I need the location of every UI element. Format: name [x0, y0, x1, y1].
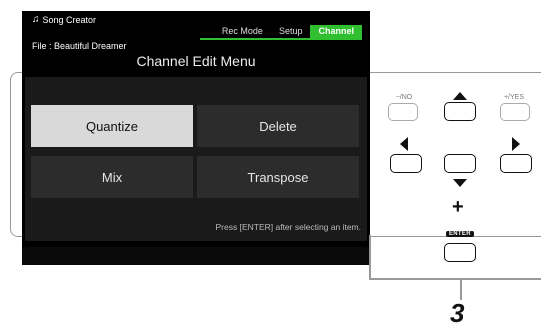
step-connector — [460, 278, 462, 300]
quantize-button[interactable]: Quantize — [31, 105, 193, 147]
app-title-text: Song Creator — [42, 15, 97, 25]
no-label: −/NO — [395, 94, 413, 101]
yes-button[interactable] — [500, 103, 530, 121]
title-bar: ♫ Song Creator Rec Mode Setup Channel — [22, 11, 370, 39]
menu-panel: Quantize Delete Mix Transpose Press [ENT… — [25, 77, 367, 241]
page-title: Channel Edit Menu — [136, 53, 256, 69]
step-number: 3 — [450, 298, 465, 328]
tab-channel[interactable]: Channel — [310, 25, 362, 38]
enter-button[interactable] — [444, 243, 476, 262]
plus-icon: + — [452, 196, 464, 218]
lcd-screen: ♫ Song Creator Rec Mode Setup Channel Fi… — [22, 11, 370, 265]
tab-rec-mode[interactable]: Rec Mode — [214, 25, 271, 38]
right-arrow-icon — [512, 137, 520, 151]
down-arrow-icon — [453, 179, 467, 187]
mix-button[interactable]: Mix — [31, 156, 193, 198]
delete-button[interactable]: Delete — [197, 105, 359, 147]
up-arrow-icon — [453, 92, 467, 100]
hint-text: Press [ENTER] after selecting an item. — [215, 222, 362, 232]
music-notes-icon: ♫ — [32, 14, 40, 25]
callout-connector — [369, 235, 371, 279]
left-button[interactable] — [390, 154, 422, 173]
status-strip — [22, 247, 370, 265]
transpose-button[interactable]: Transpose — [197, 156, 359, 198]
app-title: ♫ Song Creator — [32, 14, 97, 26]
up-button[interactable] — [444, 102, 476, 121]
no-button[interactable] — [388, 103, 418, 121]
yes-label: +/YES — [503, 94, 525, 101]
left-arrow-icon — [400, 137, 408, 151]
tab-setup[interactable]: Setup — [271, 25, 311, 38]
callout-connector-horizontal — [369, 278, 541, 280]
enter-label: ENTER — [446, 231, 474, 237]
tab-bar: Rec Mode Setup Channel — [214, 25, 362, 38]
file-name: File : Beautiful Dreamer — [32, 41, 127, 51]
right-button[interactable] — [500, 154, 532, 173]
down-button[interactable] — [444, 154, 476, 173]
tab-underline — [200, 38, 362, 40]
